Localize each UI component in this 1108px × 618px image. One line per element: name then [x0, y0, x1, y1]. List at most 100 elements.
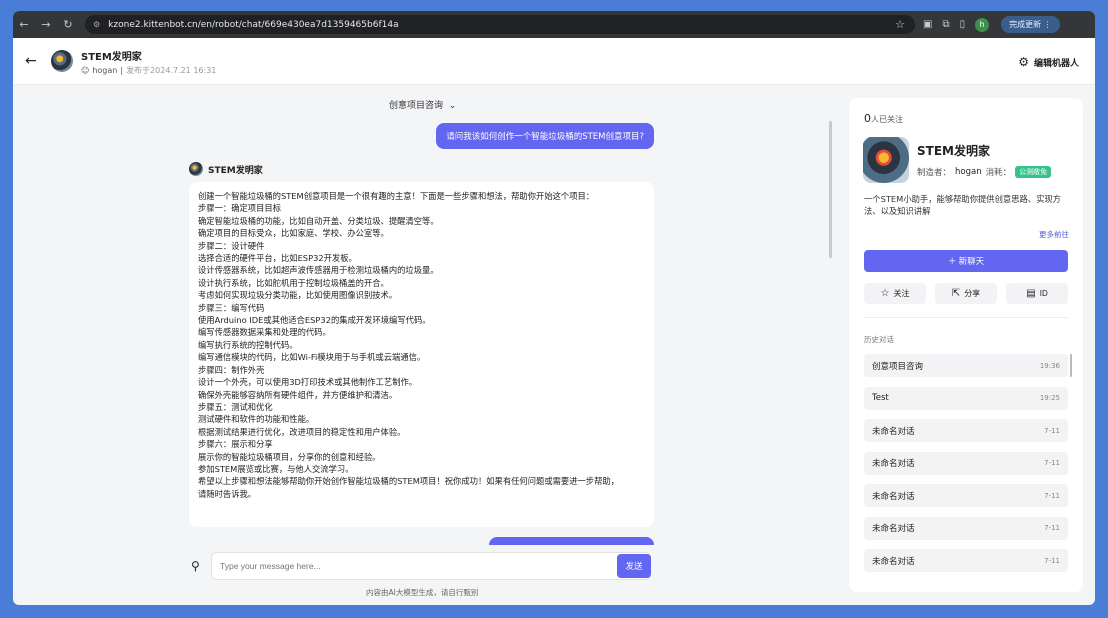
answer-line: 步骤三：编写代码 — [198, 302, 265, 313]
chevron-down-icon: ⌄ — [445, 101, 457, 111]
history-title: Test — [872, 393, 889, 403]
bookmark-star-icon[interactable]: ☆ — [895, 18, 905, 31]
answer-line: 编写通信模块的代码，比如Wi-Fi模块用于与手机或云端通信。 — [198, 352, 426, 363]
back-icon[interactable]: ← — [25, 53, 37, 69]
chat-scrollbar[interactable] — [829, 121, 832, 258]
history-item[interactable]: 创意项目咨询 19:36 — [864, 354, 1072, 377]
bot-avatar-large — [863, 137, 909, 183]
history-title: 未命名对话 — [872, 524, 915, 534]
gear-icon: ⚙ — [1018, 55, 1029, 69]
send-button[interactable]: 发送 — [617, 554, 651, 578]
history-title: 未命名对话 — [872, 426, 915, 437]
answer-line: 确定智能垃圾桶的功能，比如自动开盖、分类垃圾、提醒清空等。 — [198, 215, 439, 226]
answer-line: 步骤五：测试和优化 — [198, 401, 273, 412]
bot-title: STEM发明家 — [81, 52, 142, 63]
answer-line: 编写执行系统的控制代码。 — [198, 339, 298, 350]
address-bar[interactable]: ⚙ kzone2.kittenbot.cn/en/robot/chat/669e… — [85, 15, 915, 34]
answer-line: 步骤四：制作外壳 — [198, 364, 265, 375]
media-icon[interactable]: ▣ — [923, 19, 932, 30]
edit-bot-button[interactable]: ⚙ 编辑机器人 — [1018, 55, 1079, 69]
history-time: 19:36 — [1039, 361, 1060, 370]
history-time: 7-11 — [1044, 491, 1060, 500]
history-item[interactable]: 未命名对话 7-11 — [864, 484, 1068, 507]
history-time: 19:25 — [1039, 394, 1060, 402]
history-time: 7-11 — [1044, 459, 1060, 467]
answer-line: 使用Arduino IDE或其他适合ESP32的集成开发环境编写代码。 — [198, 315, 431, 326]
answer-line: 选择合适的硬件平台，比如ESP32开发板。 — [198, 253, 357, 264]
star-icon: ☆ — [880, 288, 890, 299]
panel-divider — [864, 317, 1068, 318]
user-message: 请问我该如何创作一个智能垃圾桶的STEM创意项目? — [436, 123, 654, 149]
edit-bot-label: 编辑机器人 — [1033, 58, 1079, 69]
share-icon: ⇱ — [951, 288, 961, 299]
history-time: 7-11 — [1044, 426, 1060, 435]
answer-line: 请随时告诉我。 — [198, 488, 257, 499]
update-label: 完成更新 — [1009, 20, 1042, 29]
bot-info-panel: 0人已关注 STEM发明家 制造者： hogan 消耗： 公测敞免 一个STEM… — [849, 98, 1083, 592]
id-card-icon: ▤ — [1026, 288, 1036, 299]
more-link[interactable]: 更多前往 — [1039, 229, 1069, 240]
history-item[interactable]: 未命名对话 7-11 — [864, 419, 1068, 442]
followers-number: 0 — [864, 112, 871, 125]
answer-line: 展示你的智能垃圾桶项目，分享你的创意和经验。 — [198, 451, 381, 462]
user-icon: ☺ — [81, 66, 90, 75]
bot-avatar-small — [189, 162, 203, 176]
id-button[interactable]: ▤ ID — [1006, 283, 1068, 304]
bot-message-header: STEM发明家 — [189, 162, 263, 176]
answer-line: 步骤一：确定项目目标 — [198, 203, 281, 214]
bot-name: STEM发明家 — [208, 165, 263, 176]
new-chat-button[interactable]: ＋ 新聊天 — [864, 250, 1068, 272]
id-label: ID — [1039, 289, 1048, 298]
panel-bot-title: STEM发明家 — [917, 144, 990, 158]
answer-line: 设计传感器系统，比如超声波传感器用于检测垃圾桶内的垃圾量。 — [198, 265, 439, 276]
cost-badge: 公测敞免 — [1015, 166, 1052, 178]
history-time: 7-11 — [1044, 524, 1060, 532]
answer-line: 确保外壳能够容纳所有硬件组件，并方便维护和清洁。 — [198, 389, 398, 400]
browser-toolbar: ← → ↻ ⚙ kzone2.kittenbot.cn/en/robot/cha… — [13, 11, 1095, 38]
answer-line: 创建一个智能垃圾桶的STEM创意项目是一个很有趣的主意！下面是一些步骤和想法，帮… — [198, 191, 595, 201]
history-title: 未命名对话 — [872, 556, 915, 567]
url-text: kzone2.kittenbot.cn/en/robot/chat/669e43… — [108, 19, 399, 30]
browser-window: ← → ↻ ⚙ kzone2.kittenbot.cn/en/robot/cha… — [13, 11, 1095, 605]
reload-icon[interactable]: ↻ — [57, 18, 79, 31]
history-heading: 历史对话 — [864, 335, 894, 344]
history-item[interactable]: 未命名对话 7-11 — [864, 451, 1068, 475]
profile-avatar[interactable]: h — [975, 17, 990, 32]
history-list: 创意项目咨询 19:36 Test 19:25 未命名对话 7-11 未命名对话… — [864, 354, 1072, 582]
answer-line: 步骤二：设计硬件 — [198, 240, 265, 251]
creator-label: 制造者： — [917, 168, 952, 178]
sidebar-icon[interactable]: ▯ — [960, 19, 966, 30]
answer-line: 根据测试结果进行优化，改进项目的稳定性和用户体验。 — [198, 426, 406, 437]
extensions-icon[interactable]: ⧉ — [942, 19, 949, 30]
share-button[interactable]: ⇱ 分享 — [935, 283, 997, 304]
chat-topic-selector[interactable]: 创意项目咨询 ⌄ — [389, 98, 456, 111]
answer-line: 参加STEM展览或比赛，与他人交流学习。 — [198, 463, 354, 474]
answer-line: 确定项目的目标受众，比如家庭、学校、办公室等。 — [198, 228, 389, 239]
answer-line: 考虑如何实现垃圾分类功能，比如使用图像识别技术。 — [198, 290, 398, 301]
history-item[interactable]: 未命名对话 7-11 — [864, 549, 1068, 572]
followers-count: 0人已关注 — [864, 112, 903, 125]
history-item[interactable]: Test 19:25 — [864, 386, 1068, 410]
message-input[interactable] — [211, 552, 651, 580]
share-label: 分享 — [964, 289, 981, 298]
answer-line: 希望以上步骤和想法能够帮助你开始创作智能垃圾桶的STEM项目！祝你成功！如果有任… — [198, 476, 619, 487]
panel-bot-meta: 制造者： hogan 消耗： 公测敞免 — [917, 166, 1052, 178]
site-info-icon[interactable]: ⚙ — [93, 20, 100, 29]
next-user-message — [489, 537, 654, 545]
forward-arrow-icon[interactable]: → — [35, 18, 57, 31]
history-item[interactable]: 未命名对话 7-11 — [864, 516, 1068, 540]
app-header: ← STEM发明家 ☺ hogan | 发布于2024.7.21 16:31 ⚙… — [13, 38, 1095, 85]
composer: ⚲ 发送 — [191, 552, 651, 580]
back-arrow-icon[interactable]: ← — [13, 18, 35, 31]
answer-line: 步骤六：展示和分享 — [198, 439, 273, 450]
follow-button[interactable]: ☆ 关注 — [864, 283, 926, 304]
panel-actions: ☆ 关注 ⇱ 分享 ▤ ID — [864, 283, 1068, 304]
chat-topic-label: 创意项目咨询 — [389, 101, 444, 111]
bot-description: 一个STEM小助手，能够帮助你提供创意思路、实现方法、以及知识讲解 — [864, 194, 1061, 216]
cost-label: 消耗： — [985, 168, 1012, 178]
update-button[interactable]: 完成更新 ⋮ — [1001, 16, 1060, 33]
history-scrollbar[interactable] — [1070, 354, 1072, 377]
plugin-icon[interactable]: ⚲ — [191, 559, 203, 573]
bot-meta: ☺ hogan | 发布于2024.7.21 16:31 — [81, 65, 216, 76]
bot-avatar — [51, 50, 73, 72]
